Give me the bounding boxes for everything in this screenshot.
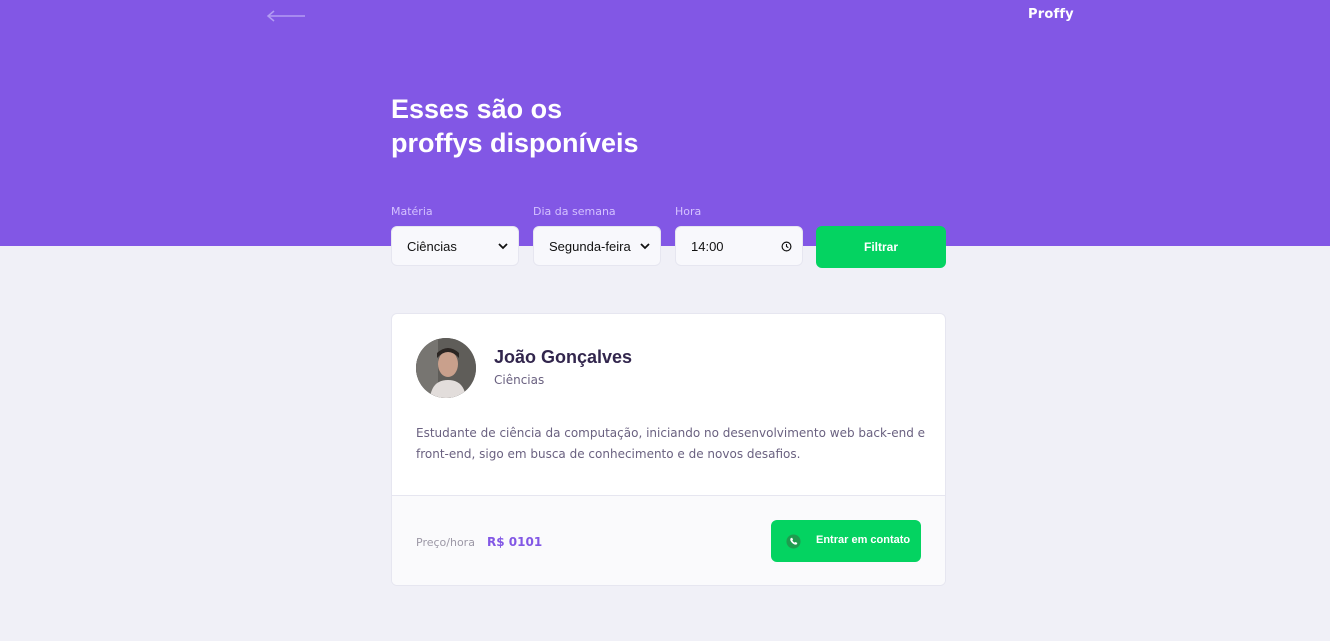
card-footer: Preço/hora R$ 0101 Entrar em contato (392, 495, 945, 585)
logo: Proffy (1028, 7, 1074, 22)
time-label: Hora (675, 205, 702, 218)
weekday-label: Dia da semana (533, 205, 616, 218)
subject-select-value: Ciências (407, 238, 457, 254)
price-label: Preço/hora (416, 536, 475, 549)
weekday-select[interactable]: Segunda-feira (533, 226, 661, 266)
teacher-subject: Ciências (494, 373, 545, 387)
clock-icon[interactable] (781, 241, 792, 252)
page-header: Proffy Esses são os proffys disponíveis … (0, 0, 1330, 246)
arrow-left-icon (266, 10, 305, 22)
subject-label: Matéria (391, 205, 433, 218)
weekday-select-value: Segunda-feira (549, 238, 631, 254)
price-value: R$ 0101 (487, 535, 543, 549)
page-title: Esses são os proffys disponíveis (391, 92, 791, 160)
chevron-down-icon (640, 243, 650, 250)
filter-button[interactable]: Filtrar (816, 226, 946, 268)
teacher-card: João Gonçalves Ciências Estudante de ciê… (391, 313, 946, 586)
time-input[interactable]: 14:00 (675, 226, 803, 266)
chevron-down-icon (498, 243, 508, 250)
contact-button-label: Entrar em contato (816, 534, 911, 546)
teacher-name: João Gonçalves (494, 347, 633, 367)
whatsapp-icon (786, 534, 801, 549)
page-title-line-2: proffys disponíveis (391, 128, 639, 158)
time-input-value: 14:00 (691, 238, 724, 254)
back-button[interactable] (266, 8, 306, 24)
page-title-line-1: Esses são os (391, 94, 563, 124)
avatar (416, 338, 476, 398)
contact-button[interactable]: Entrar em contato (771, 520, 921, 562)
teacher-bio: Estudante de ciência da computação, inic… (416, 426, 926, 461)
subject-select[interactable]: Ciências (391, 226, 519, 266)
